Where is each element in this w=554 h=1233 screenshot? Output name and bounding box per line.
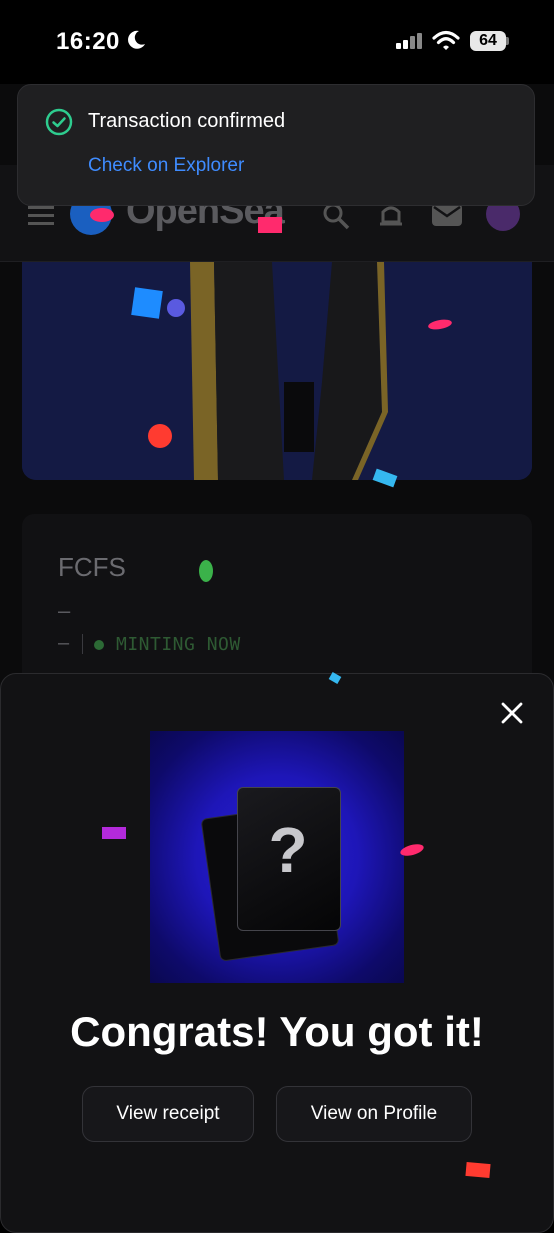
mint-status-label: MINTING NOW — [116, 634, 241, 655]
confetti-piece — [102, 827, 126, 839]
confetti-piece — [90, 208, 114, 222]
confetti-piece — [465, 1161, 491, 1179]
mint-stage-title: FCFS — [58, 552, 126, 582]
wifi-icon — [432, 30, 460, 50]
view-receipt-button[interactable]: View receipt — [82, 1086, 254, 1142]
confetti-piece — [148, 424, 172, 448]
confetti-piece — [258, 217, 282, 233]
confetti-piece — [167, 299, 185, 317]
live-status-dot — [94, 640, 104, 650]
hamburger-menu-icon[interactable] — [28, 205, 54, 225]
view-on-profile-button[interactable]: View on Profile — [276, 1086, 472, 1142]
close-icon[interactable] — [500, 701, 524, 725]
confetti-piece — [199, 560, 213, 582]
status-time: 16:20 — [56, 28, 120, 55]
confetti-piece — [131, 287, 163, 319]
collection-hero-image — [22, 262, 532, 480]
check-circle-icon — [45, 108, 73, 136]
mint-stage-limit: – — [58, 632, 70, 654]
mail-icon[interactable] — [432, 204, 462, 226]
hero-artwork — [22, 262, 532, 480]
bell-icon[interactable] — [378, 202, 404, 230]
moon-icon — [128, 30, 145, 49]
check-on-explorer-link[interactable]: Check on Explorer — [88, 155, 244, 177]
congrats-heading: Congrats! You got it! — [70, 1008, 484, 1055]
transaction-toast — [17, 84, 535, 206]
search-icon[interactable] — [322, 202, 350, 230]
battery-tip — [506, 37, 509, 45]
signal-icon — [396, 33, 422, 49]
battery-indicator: 64 — [470, 31, 506, 51]
mint-stage-price: – — [58, 598, 71, 623]
question-mark: ? — [268, 814, 308, 886]
toast-title: Transaction confirmed — [88, 110, 286, 132]
mint-divider — [82, 634, 83, 654]
